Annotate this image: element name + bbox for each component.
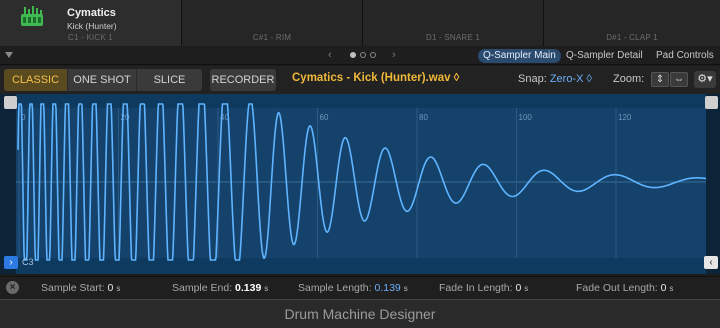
sample-end-handle-icon[interactable] [705,96,718,109]
ruler-tick-label: 80 [419,113,428,122]
param-value[interactable]: 0 [661,282,667,294]
view-tab-row: ‹ › Q-Sampler Main Q-Sampler Detail Pad … [0,47,720,65]
param-label: Fade Out Length: [576,282,658,294]
sample-end-param[interactable]: Sample End: 0.139 s [172,282,268,294]
waveform-canvas[interactable]: 0 20 40 60 80 100 120 [0,94,720,274]
snap-control[interactable]: Snap: Zero-X ◊ [518,73,592,85]
ruler-tick-label: 60 [320,113,329,122]
zoom-vertical-icon[interactable]: ⇕ [651,72,669,87]
zoom-label: Zoom: [613,73,645,85]
next-page-icon[interactable]: › [392,49,396,61]
param-value[interactable]: 0 [108,282,114,294]
gear-icon[interactable]: ⚙▾ [694,71,716,88]
param-label: Sample Length: [298,282,372,294]
drum-machine-icon [21,6,43,26]
fade-in-param[interactable]: Fade In Length: 0 s [439,282,528,294]
mode-classic-button[interactable]: CLASSIC [4,69,68,91]
sample-length-param[interactable]: Sample Length: 0.139 s [298,282,408,294]
param-unit: s [403,284,408,293]
pad-snare-1[interactable]: D1 - SNARE 1 [363,0,544,46]
param-unit: s [524,284,529,293]
tab-q-sampler-detail[interactable]: Q-Sampler Detail [561,49,648,63]
param-value[interactable]: 0.139 [235,282,261,294]
param-label: Sample End: [172,282,233,294]
param-value[interactable]: 0 [515,282,521,294]
page-dots [350,52,376,58]
pad-subtitle: Kick (Hunter) [67,21,117,31]
snap-value[interactable]: Zero-X ◊ [550,73,592,85]
root-key-arrow-icon[interactable]: › [4,256,18,269]
pad-title: Cymatics [67,7,116,19]
close-icon[interactable]: × [6,281,19,294]
snap-label: Snap: [518,73,547,85]
param-label: Sample Start: [41,282,105,294]
recorder-button[interactable]: RECORDER [210,69,276,91]
param-unit: s [669,284,674,293]
param-value[interactable]: 0.139 [374,282,400,294]
sample-start-handle-icon[interactable] [4,96,17,109]
root-key-label: C3 [22,257,34,267]
fade-out-param[interactable]: Fade Out Length: 0 s [576,282,673,294]
mode-one-shot-button[interactable]: ONE SHOT [68,69,137,91]
pad-name: D1 - SNARE 1 [426,33,480,42]
page-dot[interactable] [370,52,376,58]
sample-file-menu[interactable]: Cymatics - Kick (Hunter).wav ◊ [292,72,459,84]
mode-selector: CLASSIC ONE SHOT SLICE [4,69,202,91]
pad-name: C#1 - RIM [252,33,292,42]
scroll-end-arrow-icon[interactable]: ‹ [704,256,718,269]
pad-kick-1[interactable]: Cymatics Kick (Hunter) C1 - KICK 1 [0,0,182,46]
mode-slice-button[interactable]: SLICE [137,69,202,91]
ruler-tick-label: 120 [618,113,632,122]
pad-rim[interactable]: C#1 - RIM [182,0,363,46]
page-dot[interactable] [350,52,356,58]
param-label: Fade In Length: [439,282,513,294]
sample-params-bar: × Sample Start: 0 s Sample End: 0.139 s … [0,276,720,298]
disclosure-triangle-icon[interactable] [5,52,13,58]
pad-name: D#1 - CLAP 1 [606,33,658,42]
pad-name: C1 - KICK 1 [68,33,113,42]
tab-pad-controls[interactable]: Pad Controls [651,49,719,63]
param-unit: s [116,284,121,293]
zoom-horizontal-icon[interactable]: ⇔ [670,72,688,87]
page-dot[interactable] [360,52,366,58]
sample-start-param[interactable]: Sample Start: 0 s [41,282,120,294]
pad-clap-1[interactable]: D#1 - CLAP 1 [544,0,720,46]
param-unit: s [264,284,269,293]
pad-strip: Cymatics Kick (Hunter) C1 - KICK 1 C#1 -… [0,0,720,46]
plugin-title: Drum Machine Designer [0,299,720,328]
prev-page-icon[interactable]: ‹ [328,49,332,61]
ruler-tick-label: 100 [519,113,533,122]
waveform-display[interactable]: 0 20 40 60 80 100 120 › C3 ‹ [0,94,720,274]
tab-q-sampler-main[interactable]: Q-Sampler Main [478,49,561,63]
